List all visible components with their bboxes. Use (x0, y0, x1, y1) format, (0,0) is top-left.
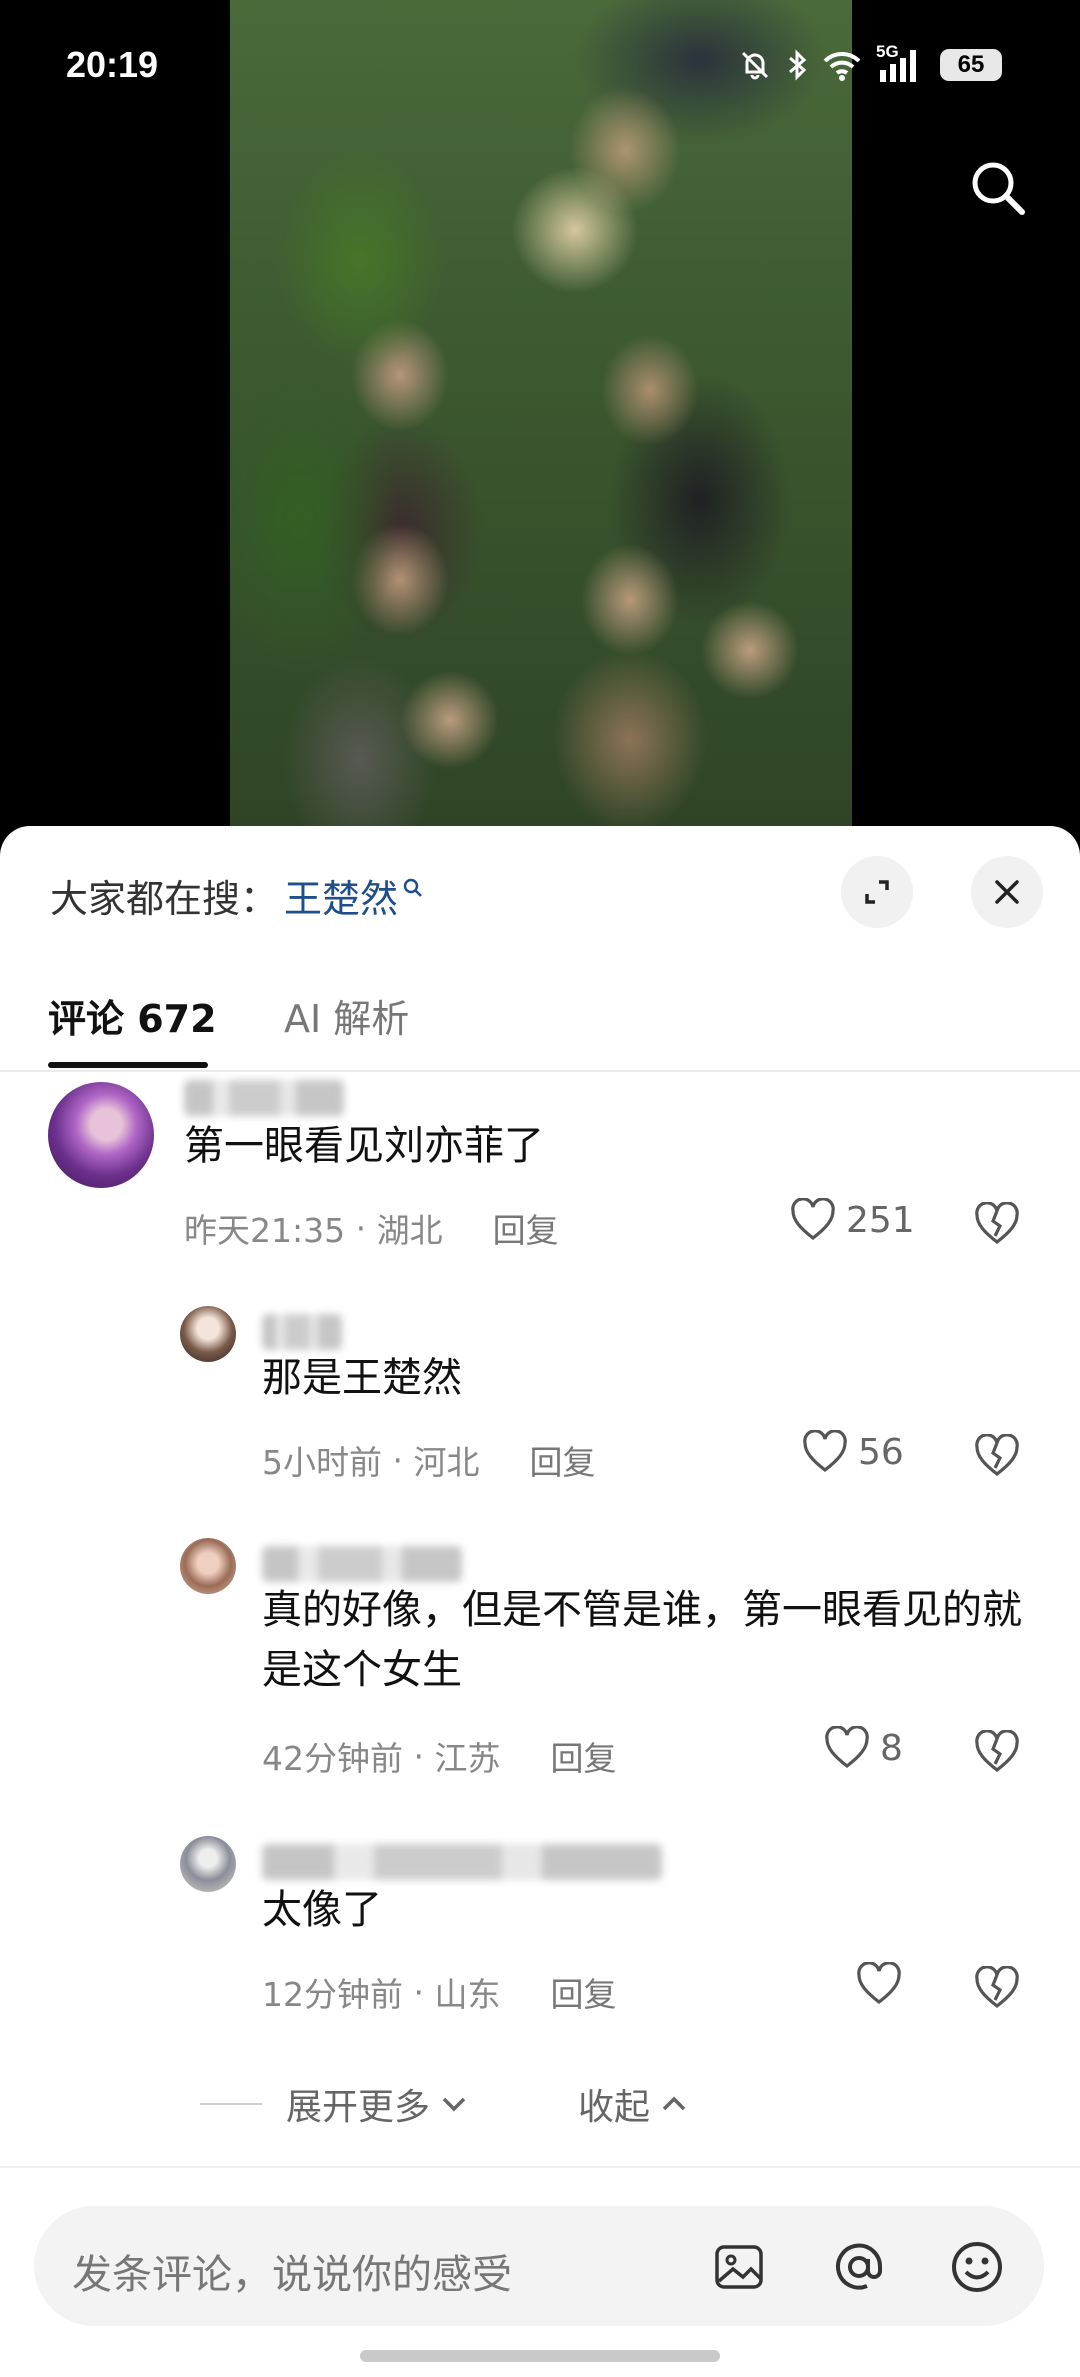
like-button[interactable] (856, 1962, 912, 2006)
heart-icon (803, 1430, 847, 1473)
comment-location: 河北 (413, 1443, 480, 1482)
username-blurred[interactable] (262, 1844, 662, 1880)
image-icon (715, 2245, 763, 2289)
username-blurred[interactable] (262, 1546, 462, 1582)
broken-heart-icon (975, 1729, 1019, 1773)
mention-button[interactable] (828, 2236, 890, 2298)
thread-actions: 展开更多 收起 (0, 2074, 1080, 2134)
reply-button[interactable]: 回复 (550, 1968, 616, 2016)
search-icon (972, 162, 1025, 215)
emoji-button[interactable] (946, 2236, 1008, 2298)
comment-location: 山东 (434, 1975, 501, 2014)
like-button[interactable]: 56 (802, 1430, 904, 1474)
mute-bell-icon (741, 51, 769, 80)
like-count: 8 (880, 1727, 903, 1769)
heart-icon (857, 1962, 901, 2005)
comment-meta: 12分钟前 · 山东 回复 (262, 1968, 616, 2016)
dislike-button[interactable] (974, 1433, 1020, 1482)
search-button[interactable] (962, 152, 1034, 224)
comment-location: 湖北 (376, 1211, 443, 1250)
comment-sheet: 大家都在搜： 王楚然 评论 672 AI 解析 第一眼看见刘亦菲了 昨天21:3… (0, 826, 1080, 2377)
status-time: 20:19 (66, 44, 159, 85)
signal-icon: 5G (876, 42, 926, 84)
battery-indicator: 65 (940, 49, 1002, 81)
trending-search[interactable]: 大家都在搜： 王楚然 (50, 868, 424, 923)
reply-button[interactable]: 回复 (529, 1436, 595, 1484)
avatar[interactable] (48, 1082, 154, 1188)
active-tab-underline (48, 1062, 208, 1068)
comment-time: 5小时前 (262, 1443, 382, 1482)
dislike-button[interactable] (974, 1965, 1020, 2014)
trending-search-prefix: 大家都在搜： (50, 877, 279, 921)
reply-button[interactable]: 回复 (550, 1732, 616, 1780)
expand-more-button[interactable]: 展开更多 (286, 2078, 472, 2130)
comment-input-placeholder: 发条评论，说说你的感受 (72, 2252, 512, 2298)
comment-text: 那是王楚然 (262, 1355, 462, 1401)
heart-icon (791, 1198, 835, 1241)
comment-text: 太像了 (262, 1887, 382, 1933)
meta-separator: · (382, 1440, 414, 1480)
home-indicator[interactable] (360, 2350, 720, 2362)
avatar[interactable] (180, 1836, 236, 1892)
broken-heart-icon (975, 1965, 1019, 2009)
at-icon (836, 2243, 883, 2290)
wifi-icon (823, 51, 861, 81)
tab-comments[interactable]: 评论 672 (48, 988, 217, 1043)
comment-text: 真的好像，但是不管是谁，第一眼看见的就是这个女生 (262, 1587, 1022, 1693)
comment-meta: 42分钟前 · 江苏 回复 (262, 1732, 616, 1780)
comment-time: 12分钟前 (262, 1975, 403, 2014)
comment-location: 江苏 (434, 1739, 501, 1778)
comment-meta: 5小时前 · 河北 回复 (262, 1436, 595, 1484)
bluetooth-icon (789, 49, 807, 81)
dislike-button[interactable] (974, 1729, 1020, 1778)
comment-input[interactable]: 发条评论，说说你的感受 (34, 2206, 1044, 2326)
sheet-header: 大家都在搜： 王楚然 (0, 826, 1080, 956)
comment-time: 42分钟前 (262, 1739, 403, 1778)
tab-ai-analysis[interactable]: AI 解析 (284, 988, 409, 1043)
expand-more-label: 展开更多 (286, 2087, 431, 2128)
meta-separator: · (345, 1208, 377, 1248)
username-blurred[interactable] (184, 1080, 344, 1116)
chevron-up-icon (662, 2096, 686, 2111)
meta-separator: · (403, 1736, 435, 1776)
status-icons: 5G 65 (738, 42, 1002, 84)
image-button[interactable] (708, 2236, 770, 2298)
meta-separator: · (403, 1972, 435, 2012)
video-area[interactable]: 20:19 5G 65 (0, 0, 1080, 830)
heart-icon (825, 1726, 869, 1769)
broken-heart-icon (975, 1433, 1019, 1477)
comment-meta: 昨天21:35 · 湖北 回复 (184, 1204, 559, 1252)
like-count: 56 (858, 1431, 904, 1473)
collapse-button[interactable]: 收起 (578, 2078, 692, 2130)
broken-heart-icon (975, 1201, 1019, 1245)
comment-text: 第一眼看见刘亦菲了 (184, 1123, 544, 1169)
reply-button[interactable]: 回复 (493, 1204, 559, 1252)
avatar[interactable] (180, 1538, 236, 1594)
small-search-icon (403, 878, 422, 897)
close-button[interactable] (971, 856, 1043, 928)
comment-tabs: 评论 672 AI 解析 (0, 976, 1080, 1072)
collapse-label: 收起 (578, 2087, 651, 2128)
chevron-down-icon (442, 2097, 466, 2112)
username-blurred[interactable] (262, 1314, 342, 1350)
trending-search-term[interactable]: 王楚然 (284, 868, 398, 923)
expand-icon (865, 880, 889, 904)
avatar[interactable] (180, 1306, 236, 1362)
expand-button[interactable] (841, 856, 913, 928)
emoji-icon (952, 2242, 1002, 2292)
divider-line (200, 2103, 262, 2105)
close-icon (995, 880, 1019, 904)
like-button[interactable]: 251 (790, 1198, 915, 1242)
status-bar: 20:19 5G 65 (0, 0, 1080, 140)
comment-composer-bar: 发条评论，说说你的感受 (0, 2166, 1080, 2377)
comment-time: 昨天21:35 (184, 1211, 346, 1250)
like-count: 251 (846, 1199, 915, 1241)
dislike-button[interactable] (974, 1201, 1020, 1250)
like-button[interactable]: 8 (824, 1726, 903, 1770)
